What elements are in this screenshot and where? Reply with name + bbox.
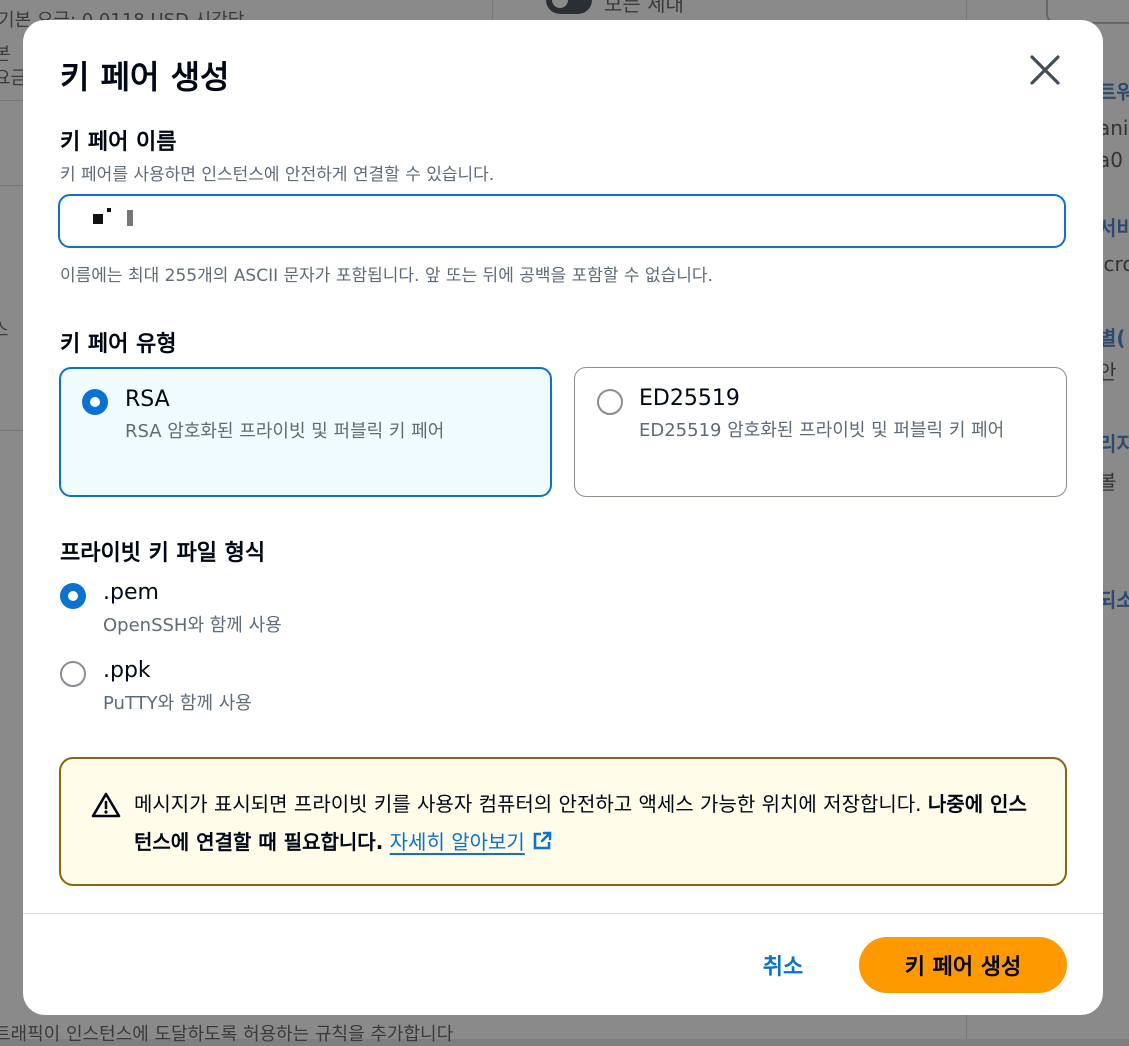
create-key-pair-button[interactable]: 키 페어 생성 <box>859 937 1067 993</box>
bg-fragment: 스 <box>0 320 9 341</box>
option-description: RSA 암호화된 프라이빗 및 퍼블릭 키 페어 <box>125 421 445 442</box>
bg-rules-text: 트래픽이 인스턴스에 도달하도록 허용하는 규칙을 추가합니다 <box>0 1024 454 1045</box>
learn-more-label: 자세히 알아보기 <box>389 830 525 854</box>
key-name-description: 키 페어를 사용하면 인스턴스에 안전하게 연결할 수 있습니다. <box>60 165 495 185</box>
create-key-pair-modal: 키 페어 생성 키 페어 이름 키 페어를 사용하면 인스턴스에 안전하게 연결… <box>23 20 1103 1015</box>
bg-divider <box>966 1015 967 1039</box>
footer-divider <box>23 913 1103 914</box>
file-format-label: 프라이빗 키 파일 형식 <box>60 541 266 566</box>
bg-divider <box>0 185 23 186</box>
bg-divider <box>0 100 23 101</box>
modal-title: 키 페어 생성 <box>60 58 230 96</box>
option-title: .ppk <box>103 658 151 683</box>
external-link-icon <box>533 831 552 850</box>
key-type-label: 키 페어 유형 <box>60 332 177 357</box>
bg-fragment: 본 <box>0 44 11 65</box>
option-description: PuTTY와 함께 사용 <box>103 693 252 714</box>
close-icon <box>1030 55 1060 85</box>
radio-unselected-icon[interactable] <box>597 389 623 415</box>
bg-toggle <box>546 0 592 14</box>
warning-text: 메시지가 표시되면 프라이빗 키를 사용자 컴퓨터의 안전하고 액세스 가능한 … <box>134 792 922 816</box>
warning-icon <box>91 792 121 818</box>
option-title: RSA <box>125 387 170 412</box>
masked-key-name-value <box>93 208 153 230</box>
option-description: ED25519 암호화된 프라이빗 및 퍼블릭 키 페어 <box>639 420 1005 441</box>
key-name-label: 키 페어 이름 <box>60 130 177 155</box>
key-type-option-rsa[interactable]: RSA RSA 암호화된 프라이빗 및 퍼블릭 키 페어 <box>59 367 552 497</box>
bg-toggle-label: 모든 세대 <box>604 0 684 16</box>
bg-divider <box>966 0 967 20</box>
radio-selected-icon[interactable] <box>60 583 86 609</box>
learn-more-link[interactable]: 자세히 알아보기 <box>390 830 553 854</box>
key-name-constraint: 이름에는 최대 255개의 ASCII 문자가 포함됩니다. 앞 또는 뒤에 공… <box>60 266 713 286</box>
bg-divider <box>0 430 23 431</box>
bg-divider <box>492 0 493 20</box>
option-title: .pem <box>103 580 159 605</box>
key-name-input[interactable] <box>58 194 1066 248</box>
warning-alert: 메시지가 표시되면 프라이빗 키를 사용자 컴퓨터의 안전하고 액세스 가능한 … <box>59 757 1067 886</box>
option-description: OpenSSH와 함께 사용 <box>103 615 282 636</box>
warning-message: 메시지가 표시되면 프라이빗 키를 사용자 컴퓨터의 안전하고 액세스 가능한 … <box>134 785 1034 861</box>
key-type-option-ed25519[interactable]: ED25519 ED25519 암호화된 프라이빗 및 퍼블릭 키 페어 <box>574 367 1067 497</box>
close-button[interactable] <box>1025 50 1065 90</box>
radio-selected-icon[interactable] <box>82 389 108 415</box>
radio-unselected-icon[interactable] <box>60 661 86 687</box>
cancel-button[interactable]: 취소 <box>733 938 833 992</box>
option-title: ED25519 <box>639 386 740 411</box>
